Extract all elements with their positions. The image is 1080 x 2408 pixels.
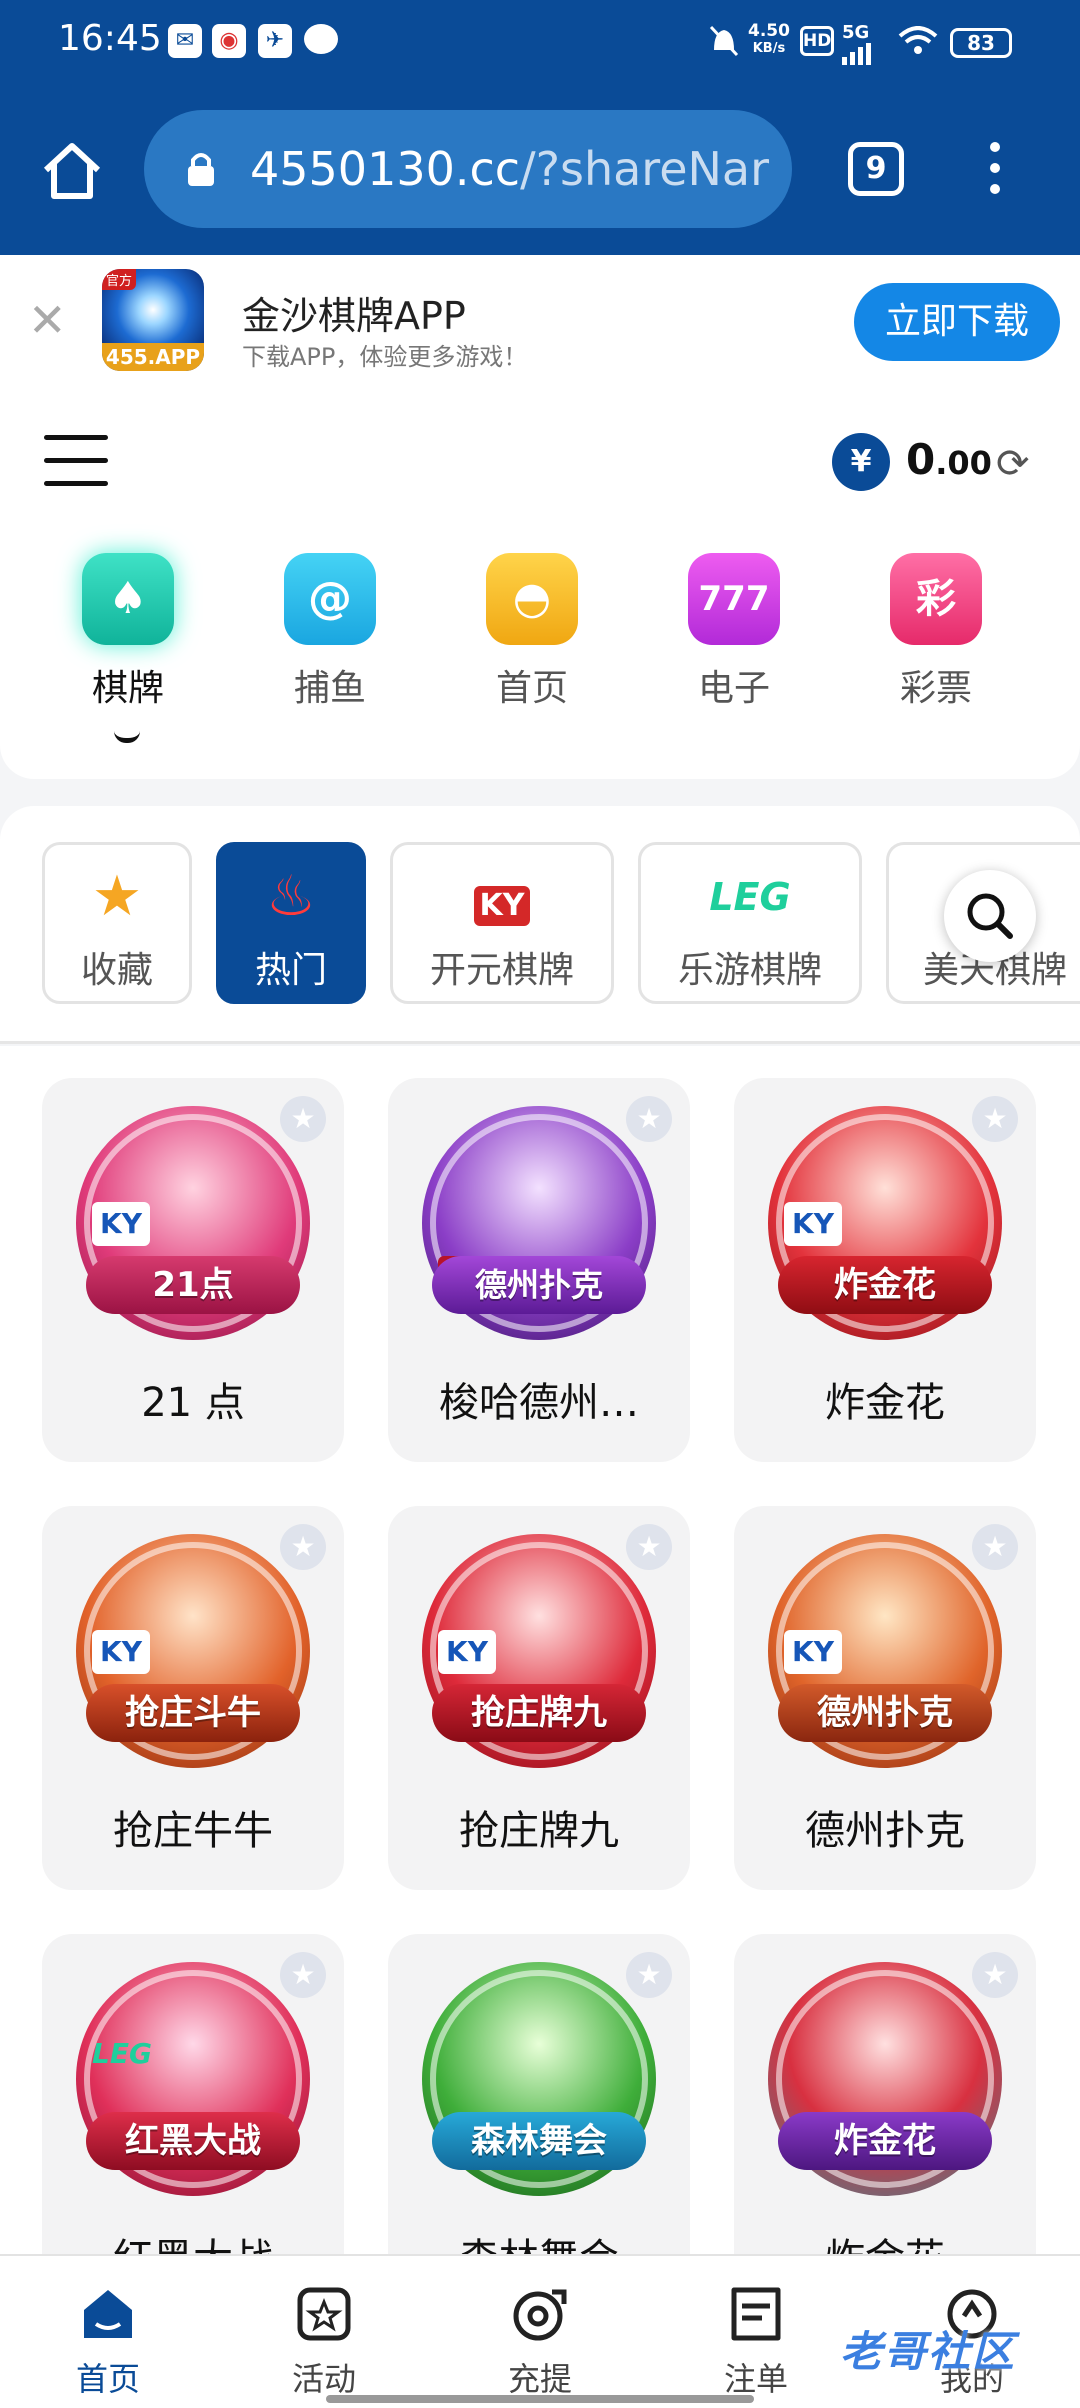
category-chess[interactable]: ♠ 棋牌 bbox=[58, 553, 198, 723]
search-button[interactable] bbox=[944, 870, 1036, 962]
signal-icon: 5G bbox=[842, 22, 874, 65]
favorite-star-icon[interactable]: ★ bbox=[280, 1524, 326, 1570]
activity-icon bbox=[297, 2287, 351, 2341]
deposit-icon bbox=[513, 2289, 567, 2341]
game-tile[interactable]: 炸金花 ★ 炸金花 bbox=[734, 1934, 1036, 2254]
net-speed: 4.50 KB/s bbox=[748, 21, 790, 56]
favorite-star-icon[interactable]: ★ bbox=[280, 1952, 326, 1998]
game-art: KY 炸金花 bbox=[768, 1106, 1002, 1340]
game-grid: KY 21点 ★ 21 点 梭哈 德州扑克 ★ 梭哈德州… KY 炸金花 ★ 炸… bbox=[0, 1046, 1080, 2254]
game-tile[interactable]: KY 抢庄牌九 ★ 抢庄牌九 bbox=[388, 1506, 690, 1890]
subcategory-bar: ★ 收藏 ♨ 热门 KY 开元棋牌 LEG 乐游棋牌 美天棋牌 bbox=[0, 806, 1080, 1044]
home-indicator[interactable] bbox=[326, 2395, 754, 2403]
active-category-indicator bbox=[114, 731, 140, 743]
game-art: 炸金花 bbox=[768, 1962, 1002, 2196]
nav-deposit[interactable]: 充提 bbox=[470, 2284, 610, 2400]
sub-leyou[interactable]: LEG 乐游棋牌 bbox=[638, 842, 862, 1004]
wifi-icon bbox=[898, 26, 938, 54]
sub-hot[interactable]: ♨ 热门 bbox=[216, 842, 366, 1004]
browser-menu-icon[interactable] bbox=[990, 142, 1004, 198]
status-time: 16:45 bbox=[58, 18, 162, 59]
ky-logo-icon: KY bbox=[393, 857, 611, 937]
favorite-star-icon[interactable]: ★ bbox=[626, 1952, 672, 1998]
url-text: 4550130.cc/?shareNar bbox=[250, 142, 770, 196]
balance: 0.00 bbox=[906, 435, 992, 484]
nav-home[interactable]: 首页 bbox=[38, 2284, 178, 2400]
browser-home-icon[interactable] bbox=[40, 140, 104, 200]
sub-kaiyuan[interactable]: KY 开元棋牌 bbox=[390, 842, 614, 1004]
category-home[interactable]: ◓ 首页 bbox=[462, 553, 602, 723]
lock-icon bbox=[188, 153, 214, 186]
sub-favorites[interactable]: ★ 收藏 bbox=[42, 842, 192, 1004]
weibo-icon: ◉ bbox=[212, 24, 246, 58]
battery-icon: 83 bbox=[950, 28, 1012, 58]
mail-icon: ✈ bbox=[258, 24, 292, 58]
header-card: ¥ 0.00 ⟳ ♠ 棋牌 @ 捕鱼 ◓ 首页 777 电子 彩 彩票 bbox=[0, 391, 1080, 779]
game-tile[interactable]: 森林舞会 ★ 森林舞会 bbox=[388, 1934, 690, 2254]
fire-icon: ♨ bbox=[265, 864, 317, 929]
game-tile[interactable]: KY 炸金花 ★ 炸金花 bbox=[734, 1078, 1036, 1462]
message-icon bbox=[304, 24, 338, 54]
game-art: 梭哈 德州扑克 bbox=[422, 1106, 656, 1340]
game-art: KY 抢庄牌九 bbox=[422, 1534, 656, 1768]
category-lottery[interactable]: 彩 彩票 bbox=[866, 553, 1006, 723]
favorite-star-icon[interactable]: ★ bbox=[972, 1096, 1018, 1142]
777-icon: 777 bbox=[688, 553, 780, 645]
favorite-star-icon[interactable]: ★ bbox=[972, 1524, 1018, 1570]
favorite-star-icon[interactable]: ★ bbox=[626, 1524, 672, 1570]
game-tile[interactable]: LEG 红黑大战 ★ 红黑大战 bbox=[42, 1934, 344, 2254]
game-tile[interactable]: KY 21点 ★ 21 点 bbox=[42, 1078, 344, 1462]
game-tile[interactable]: KY 德州扑克 ★ 德州扑克 bbox=[734, 1506, 1036, 1890]
app-notification-icon: ✉ bbox=[168, 24, 202, 58]
yen-icon: ¥ bbox=[832, 433, 890, 491]
address-bar[interactable]: 4550130.cc/?shareNar bbox=[144, 110, 792, 228]
favorite-star-icon[interactable]: ★ bbox=[626, 1096, 672, 1142]
star-icon: ★ bbox=[91, 864, 143, 929]
leg-logo-icon: LEG bbox=[709, 875, 791, 919]
close-icon[interactable]: ✕ bbox=[28, 293, 67, 347]
game-tile[interactable]: 梭哈 德州扑克 ★ 梭哈德州… bbox=[388, 1078, 690, 1462]
search-icon bbox=[967, 893, 1013, 939]
spade-icon: ♠ bbox=[82, 553, 174, 645]
home-bowl-icon: ◓ bbox=[486, 553, 578, 645]
hamburger-menu-icon[interactable] bbox=[44, 435, 108, 491]
nav-orders[interactable]: 注单 bbox=[686, 2284, 826, 2400]
game-art: KY 21点 bbox=[76, 1106, 310, 1340]
nav-activity[interactable]: 活动 bbox=[254, 2284, 394, 2400]
category-slots[interactable]: 777 电子 bbox=[664, 553, 804, 723]
lottery-icon: 彩 bbox=[890, 553, 982, 645]
game-tile[interactable]: KY 抢庄斗牛 ★ 抢庄牛牛 bbox=[42, 1506, 344, 1890]
orders-icon bbox=[731, 2287, 781, 2341]
banner-title: 金沙棋牌APP bbox=[242, 294, 466, 338]
tab-count-button[interactable]: 9 bbox=[848, 142, 904, 196]
game-art: KY 抢庄斗牛 bbox=[76, 1534, 310, 1768]
home-icon bbox=[84, 2290, 132, 2338]
category-fishing[interactable]: @ 捕鱼 bbox=[260, 553, 400, 723]
mute-icon bbox=[709, 25, 739, 57]
game-art: 森林舞会 bbox=[422, 1962, 656, 2196]
watermark: 老哥社区 bbox=[840, 2327, 1017, 2376]
download-button[interactable]: 立即下载 bbox=[854, 283, 1060, 361]
game-art: KY 德州扑克 bbox=[768, 1534, 1002, 1768]
hd-icon: HD bbox=[800, 26, 834, 56]
favorite-star-icon[interactable]: ★ bbox=[972, 1952, 1018, 1998]
game-art: LEG 红黑大战 bbox=[76, 1962, 310, 2196]
app-download-banner: ✕ 官方 455.APP 金沙棋牌APP 下载APP，体验更多游戏！ 立即下载 bbox=[0, 255, 1080, 391]
banner-subtitle: 下载APP，体验更多游戏！ bbox=[242, 343, 528, 371]
fish-icon: @ bbox=[284, 553, 376, 645]
status-bar: 16:45 ✉ ◉ ✈ 4.50 KB/s HD 5G 83 bbox=[0, 0, 1080, 84]
refresh-icon[interactable]: ⟳ bbox=[996, 441, 1030, 487]
favorite-star-icon[interactable]: ★ bbox=[280, 1096, 326, 1142]
app-logo: 官方 455.APP bbox=[102, 269, 204, 371]
